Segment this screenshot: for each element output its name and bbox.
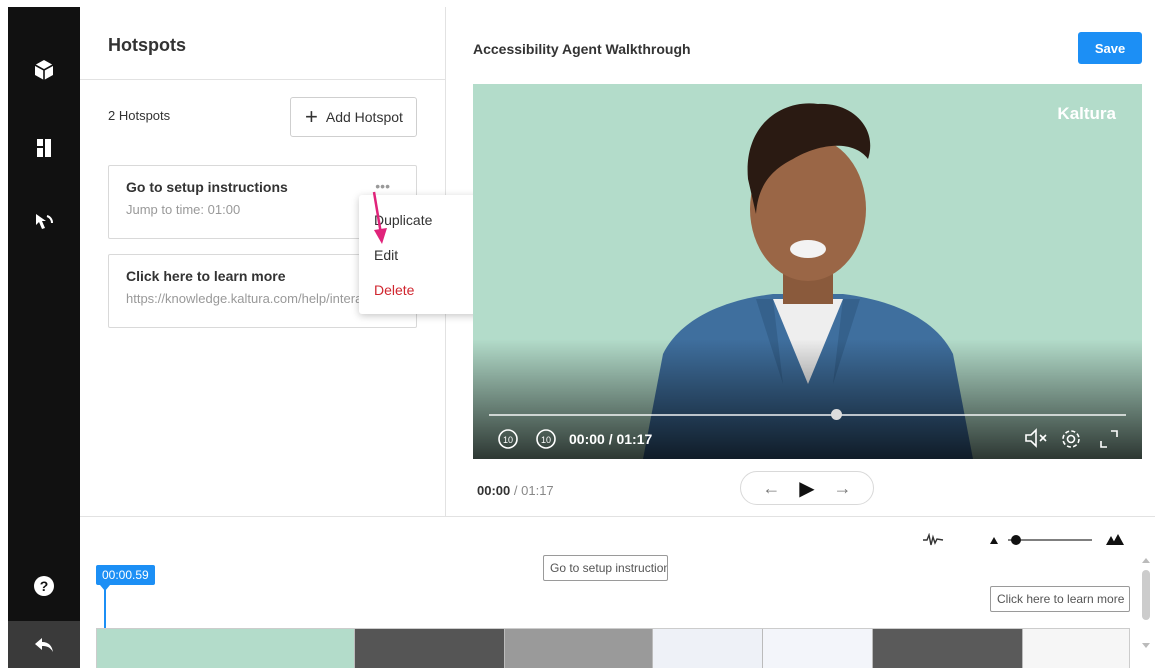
add-hotspot-button[interactable]: + Add Hotspot — [290, 97, 417, 137]
timecode: 00:00 / 01:17 — [477, 483, 554, 498]
svg-text:10: 10 — [503, 435, 513, 445]
video-player[interactable]: Kaltura 10 10 00:00 / 01:17 — [473, 84, 1142, 459]
duration: 01:17 — [521, 483, 554, 498]
back-icon[interactable] — [8, 621, 80, 668]
thumbnail — [653, 629, 763, 668]
thumbnail — [97, 629, 355, 668]
help-icon[interactable]: ? — [8, 558, 80, 614]
player-time: 00:00 / 01:17 — [569, 431, 653, 447]
hotspot-cursor-icon[interactable] — [8, 194, 80, 250]
thumbnail — [505, 629, 653, 668]
panel-title: Hotspots — [80, 7, 445, 80]
next-icon[interactable]: → — [834, 478, 852, 499]
zoom-slider[interactable] — [988, 533, 1128, 547]
pointer-arrow-icon — [372, 191, 387, 244]
current-time: 00:00 — [477, 483, 511, 498]
mute-icon[interactable] — [1024, 428, 1050, 448]
waveform-icon[interactable] — [922, 533, 944, 547]
scrub-handle[interactable] — [831, 409, 842, 420]
thumbnail — [763, 629, 873, 668]
playback-controls: ← ▶ → — [740, 471, 874, 505]
brand-logo: Kaltura — [1057, 104, 1116, 123]
timeline-scrollbar[interactable] — [1140, 558, 1152, 658]
add-hotspot-label: Add Hotspot — [325, 109, 403, 125]
timeline-hotspot[interactable]: Click here to learn more — [990, 586, 1130, 612]
menu-item-edit[interactable]: Edit — [374, 247, 398, 263]
time-separator: / — [513, 483, 518, 498]
thumbnail — [1023, 629, 1129, 668]
save-button[interactable]: Save — [1078, 32, 1142, 64]
video-title: Accessibility Agent Walkthrough — [473, 41, 691, 57]
timeline-hotspot[interactable]: Go to setup instructions — [543, 555, 668, 581]
thumbnail — [355, 629, 505, 668]
forward-10-icon[interactable]: 10 — [535, 428, 557, 450]
thumbnail — [873, 629, 1023, 668]
hotspot-action: Jump to time: 01:00 — [126, 202, 241, 217]
playhead-time: 00:00.59 — [96, 565, 155, 585]
chapters-icon[interactable] — [8, 120, 80, 176]
svg-text:10: 10 — [541, 435, 551, 445]
cube-icon[interactable] — [8, 42, 80, 98]
hotspot-count: 2 Hotspots — [108, 108, 171, 123]
fullscreen-icon[interactable] — [1098, 428, 1120, 450]
rewind-10-icon[interactable]: 10 — [497, 428, 519, 450]
timeline: 00:00.59 Go to setup instructions Click … — [80, 516, 1155, 668]
thumbnail-strip[interactable] — [96, 628, 1130, 668]
menu-item-delete[interactable]: Delete — [374, 282, 414, 298]
hotspot-action: https://knowledge.kaltura.com/help/inter… — [126, 291, 376, 306]
plus-icon: + — [305, 104, 318, 129]
scrub-bar[interactable] — [489, 414, 1126, 416]
svg-text:?: ? — [40, 578, 49, 594]
settings-icon[interactable] — [1060, 428, 1082, 450]
play-icon[interactable]: ▶ — [799, 476, 814, 501]
sidebar: ? — [8, 7, 80, 668]
previous-icon[interactable]: ← — [762, 478, 780, 499]
